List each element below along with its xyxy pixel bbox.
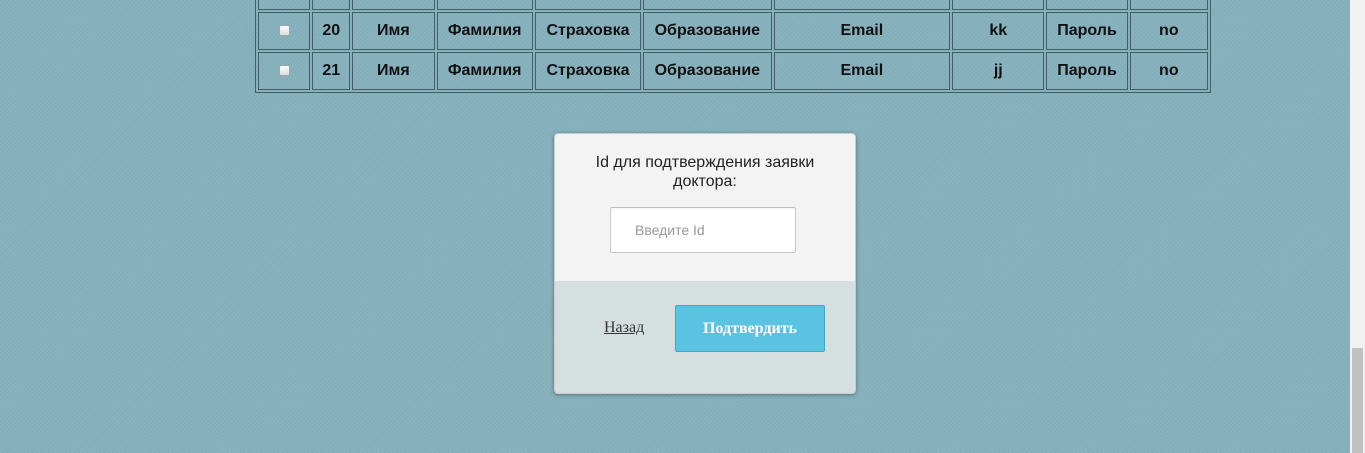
login-cell <box>952 0 1045 10</box>
doctor-id-input[interactable] <box>610 207 796 253</box>
email-cell <box>773 0 951 10</box>
first-name-cell <box>352 0 435 10</box>
first-name-cell: Имя <box>352 52 435 90</box>
education-cell <box>643 0 772 10</box>
select-cell <box>258 0 311 10</box>
table-row: 21 Имя Фамилия Страховка Образование Ema… <box>258 52 1208 90</box>
vertical-scrollbar[interactable] <box>1350 0 1365 453</box>
confirm-button[interactable]: Подтвердить <box>675 305 825 352</box>
status-cell: no <box>1129 52 1208 90</box>
select-cell <box>258 52 311 90</box>
last-name-cell: Фамилия <box>436 52 533 90</box>
status-cell <box>1129 0 1208 10</box>
scrollbar-thumb[interactable] <box>1352 348 1363 453</box>
email-cell: Email <box>773 52 951 90</box>
insurance-cell <box>534 0 642 10</box>
password-cell: Пароль <box>1046 52 1128 90</box>
last-name-cell: Фамилия <box>436 12 533 50</box>
table-row <box>258 0 1208 10</box>
id-cell: 21 <box>312 52 351 90</box>
doctor-requests-table-container: 20 Имя Фамилия Страховка Образование Ema… <box>255 0 1211 93</box>
doctor-requests-table: 20 Имя Фамилия Страховка Образование Ema… <box>255 0 1211 93</box>
login-cell: kk <box>952 12 1045 50</box>
education-cell: Образование <box>643 52 772 90</box>
status-cell: no <box>1129 12 1208 50</box>
first-name-cell: Имя <box>352 12 435 50</box>
table-row: 20 Имя Фамилия Страховка Образование Ema… <box>258 12 1208 50</box>
back-link[interactable]: Назад <box>604 319 644 337</box>
id-cell: 20 <box>312 12 351 50</box>
email-cell: Email <box>773 12 951 50</box>
insurance-cell: Страховка <box>534 12 642 50</box>
select-cell <box>258 12 311 50</box>
last-name-cell <box>436 0 533 10</box>
education-cell: Образование <box>643 12 772 50</box>
confirm-doctor-dialog: Id для подтверждения заявки доктора: Наз… <box>554 133 856 394</box>
row-checkbox[interactable] <box>278 65 290 77</box>
dialog-footer: Назад Подтвердить <box>555 281 855 393</box>
row-checkbox[interactable] <box>278 25 290 37</box>
dialog-prompt: Id для подтверждения заявки доктора: <box>595 154 815 190</box>
insurance-cell: Страховка <box>534 52 642 90</box>
id-cell <box>312 0 351 10</box>
dialog-body: Id для подтверждения заявки доктора: <box>555 134 855 282</box>
login-cell: jj <box>952 52 1045 90</box>
password-cell <box>1046 0 1128 10</box>
password-cell: Пароль <box>1046 12 1128 50</box>
